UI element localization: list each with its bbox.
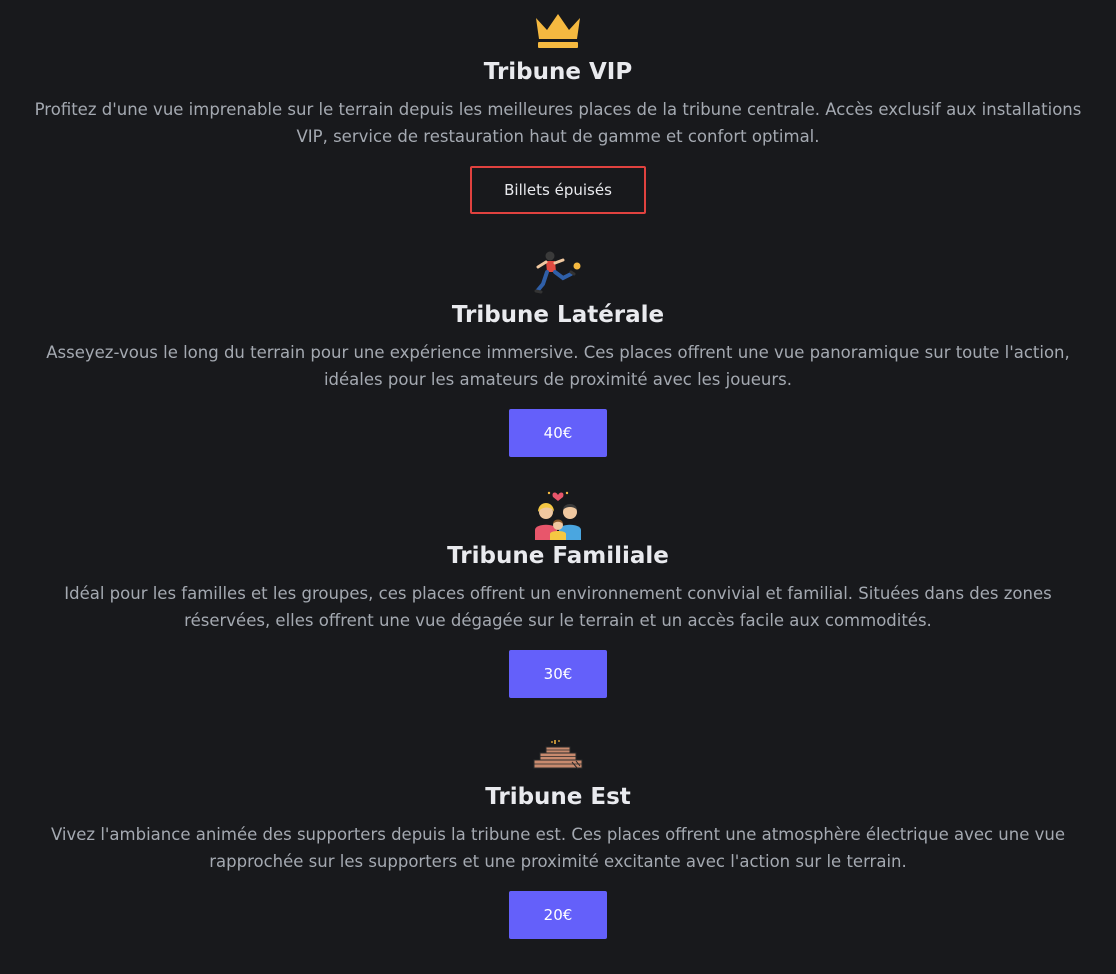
family-icon xyxy=(532,488,584,540)
stadium-stands-icon xyxy=(532,738,584,774)
section-title: Tribune VIP xyxy=(483,59,633,85)
buy-ticket-button[interactable]: 30€ xyxy=(509,650,607,698)
football-player-icon xyxy=(533,250,583,296)
buy-ticket-button[interactable]: 20€ xyxy=(509,891,607,939)
section-description: Profitez d'une vue imprenable sur le ter… xyxy=(34,100,1082,146)
section-title: Tribune Est xyxy=(485,784,631,810)
sold-out-button[interactable]: Billets épuisés xyxy=(470,166,646,214)
section-title: Tribune Latérale xyxy=(451,302,665,328)
buy-ticket-button[interactable]: 40€ xyxy=(509,409,607,457)
tribune-list: Tribune VIP Profitez d'une vue imprenabl… xyxy=(0,0,1116,974)
crown-icon xyxy=(533,12,583,50)
section-description: Asseyez-vous le long du terrain pour une… xyxy=(46,343,1070,389)
section-description: Idéal pour les familles et les groupes, … xyxy=(64,584,1052,630)
section-title: Tribune Familiale xyxy=(447,543,669,569)
section-description: Vivez l'ambiance animée des supporters d… xyxy=(50,825,1065,871)
